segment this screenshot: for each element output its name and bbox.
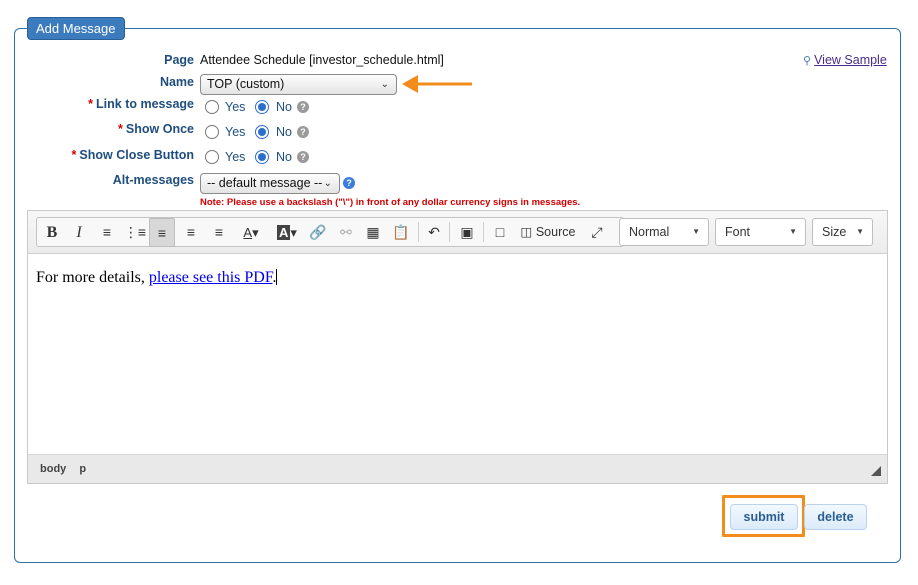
editor-statusbar: body p (28, 454, 887, 483)
text-color-icon[interactable]: A▾ (234, 218, 268, 247)
format-value: Normal (629, 225, 670, 239)
show-close-no-radio[interactable] (255, 150, 269, 164)
format-select[interactable]: Normal ▼ (619, 218, 709, 246)
table-icon[interactable]: ▦ (360, 218, 386, 247)
dropdown-arrow-icon: ▼ (856, 227, 864, 236)
link-yes-radio[interactable] (205, 100, 219, 114)
content-text: For more details, (36, 269, 149, 286)
new-page-icon[interactable]: □ (487, 218, 513, 247)
paste-icon[interactable]: 📋 (388, 218, 414, 247)
toolbar-separator (418, 222, 419, 242)
bulleted-list-icon[interactable]: ⋮≡ (122, 218, 148, 247)
show-close-text: Show Close Button (79, 148, 194, 162)
bold-icon[interactable]: B (39, 218, 65, 247)
required-marker: * (71, 148, 77, 162)
rich-text-editor: B I ≡ ⋮≡ ≡ ≡ ≡ A▾ A ▾ 🔗 ⚯ ▦ 📋 ↶ ▣ □ ◫ Sou… (27, 210, 888, 484)
link-icon[interactable]: 🔗 (305, 218, 331, 247)
image-icon[interactable]: ▣ (454, 218, 480, 247)
pdf-link[interactable]: please see this PDF (149, 269, 273, 286)
chevron-down-icon: ⌄ (380, 79, 389, 90)
show-close-yes-label[interactable]: Yes (225, 150, 245, 164)
show-once-label: * Show Once (24, 122, 194, 136)
editor-toolbar: B I ≡ ⋮≡ ≡ ≡ ≡ A▾ A ▾ 🔗 ⚯ ▦ 📋 ↶ ▣ □ ◫ Sou… (28, 211, 887, 254)
link-no-radio[interactable] (255, 100, 269, 114)
required-marker: * (88, 97, 94, 111)
link-to-message-label: * Link to message (24, 97, 194, 111)
path-p[interactable]: p (79, 463, 86, 475)
annotation-arrow-icon (402, 75, 472, 93)
name-select[interactable]: TOP (custom) ⌄ (200, 74, 397, 95)
undo-icon[interactable]: ↶ (421, 218, 447, 247)
numbered-list-icon[interactable]: ≡ (94, 218, 120, 247)
form-legend: Add Message (27, 17, 125, 40)
currency-note: Note: Please use a backslash ("\") in fr… (200, 197, 581, 208)
toolbar-separator (449, 222, 450, 242)
show-close-no-label[interactable]: No (276, 150, 292, 164)
path-body[interactable]: body (40, 463, 66, 475)
font-select[interactable]: Font ▼ (715, 218, 806, 246)
maximize-icon[interactable]: ⤢ (584, 218, 610, 247)
source-button[interactable]: ◫ Source (516, 218, 580, 247)
italic-icon[interactable]: I (66, 218, 92, 247)
resize-handle-icon[interactable] (871, 466, 881, 476)
help-icon[interactable]: ? (343, 177, 355, 189)
show-close-label: * Show Close Button (24, 148, 194, 162)
magnifier-icon: ⚲ (803, 55, 812, 67)
alt-messages-label: Alt-messages (112, 173, 194, 187)
source-label: Source (535, 225, 576, 239)
view-sample-link[interactable]: ⚲ View Sample (803, 53, 887, 67)
font-value: Font (725, 225, 751, 239)
page-label: Page (164, 53, 194, 67)
size-value: Size (822, 225, 847, 239)
align-center-icon[interactable]: ≡ (178, 218, 204, 247)
show-once-text: Show Once (125, 122, 194, 136)
chevron-down-icon: ⌄ (323, 178, 332, 189)
text-caret (276, 269, 278, 285)
help-icon[interactable]: ? (297, 151, 309, 163)
toolbar-separator (483, 222, 484, 242)
background-color-icon[interactable]: A ▾ (270, 218, 304, 247)
alt-messages-value: -- default message -- (207, 176, 323, 190)
unlink-icon[interactable]: ⚯ (333, 218, 359, 247)
editor-content[interactable]: For more details, please see this PDF. (28, 255, 887, 455)
name-label: Name (159, 75, 194, 89)
view-sample-label[interactable]: View Sample (814, 53, 887, 67)
required-marker: * (118, 122, 123, 136)
show-close-yes-radio[interactable] (205, 150, 219, 164)
dropdown-arrow-icon: ▼ (692, 227, 700, 236)
link-to-message-text: Link to message (96, 97, 194, 111)
align-right-icon[interactable]: ≡ (206, 218, 232, 247)
dropdown-arrow-icon: ▼ (789, 227, 797, 236)
name-select-value: TOP (custom) (207, 77, 285, 91)
link-no-label[interactable]: No (276, 100, 292, 114)
help-icon[interactable]: ? (297, 126, 309, 138)
show-once-no-radio[interactable] (255, 125, 269, 139)
link-yes-label[interactable]: Yes (225, 100, 245, 114)
align-left-icon[interactable]: ≡ (149, 218, 175, 247)
submit-highlight-box (722, 495, 805, 537)
show-once-yes-label[interactable]: Yes (225, 125, 245, 139)
delete-button[interactable]: delete (804, 504, 867, 530)
help-icon[interactable]: ? (297, 101, 309, 113)
page-value: Attendee Schedule [investor_schedule.htm… (200, 53, 444, 67)
show-once-yes-radio[interactable] (205, 125, 219, 139)
size-select[interactable]: Size ▼ (812, 218, 873, 246)
alt-messages-select[interactable]: -- default message -- ⌄ (200, 173, 340, 194)
show-once-no-label[interactable]: No (276, 125, 292, 139)
